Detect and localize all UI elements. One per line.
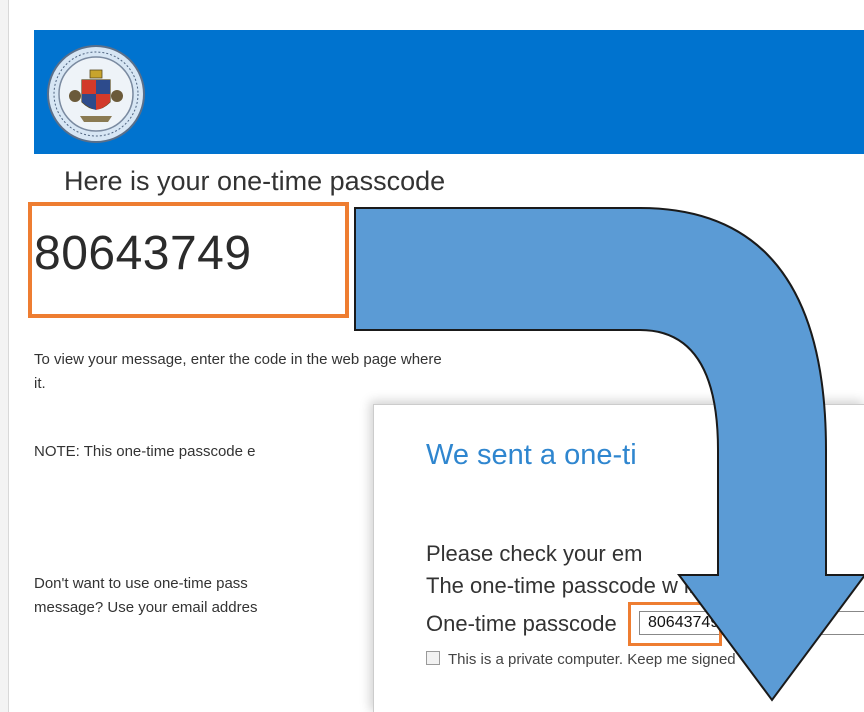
keep-signed-in-checkbox[interactable] bbox=[426, 651, 440, 665]
signin-instruction-2-start: The one-time passcode w bbox=[426, 573, 678, 598]
instruction-text: To view your message, enter the code in … bbox=[34, 348, 674, 396]
instruction-line-tail: it. bbox=[34, 375, 46, 392]
passcode-heading: Here is your one-time passcode bbox=[64, 166, 446, 196]
keep-signed-in-label: This is a private computer. Keep me sign… bbox=[448, 651, 736, 668]
otp-highlight-box bbox=[628, 602, 722, 646]
alternate-signin-text: Don't want to use one-time pass message?… bbox=[34, 572, 374, 620]
screenshot-page: Here is your one-time passcode 80643749 … bbox=[0, 0, 864, 712]
signin-instruction-1-tail: th bbox=[738, 541, 757, 566]
alternate-line-2: message? Use your email addres bbox=[34, 599, 258, 616]
signin-instruction-1-start: Please check your em bbox=[426, 541, 643, 566]
passcode-value: 80643749 bbox=[34, 227, 252, 280]
window-edge bbox=[0, 0, 9, 712]
signin-instruction-line-2: The one-time passcode w ll expir bbox=[426, 573, 747, 599]
otp-field-label: One-time passcode bbox=[426, 611, 617, 636]
keep-signed-in-row[interactable]: This is a private computer. Keep me sign… bbox=[426, 651, 736, 668]
email-header-banner bbox=[34, 30, 864, 154]
county-seal-icon bbox=[47, 45, 145, 143]
signin-panel-title: We sent a one-ti bbox=[426, 439, 637, 471]
signin-instruction-line-1: Please check your em th bbox=[426, 541, 757, 567]
alternate-line-1: Don't want to use one-time pass bbox=[34, 575, 248, 592]
expiry-note: NOTE: This one-time passcode e bbox=[34, 443, 256, 460]
instruction-line: To view your message, enter the code in … bbox=[34, 351, 442, 368]
signin-instruction-2-tail: ll expir bbox=[683, 573, 748, 598]
signin-panel: We sent a one-ti Please check your em th … bbox=[373, 404, 864, 712]
